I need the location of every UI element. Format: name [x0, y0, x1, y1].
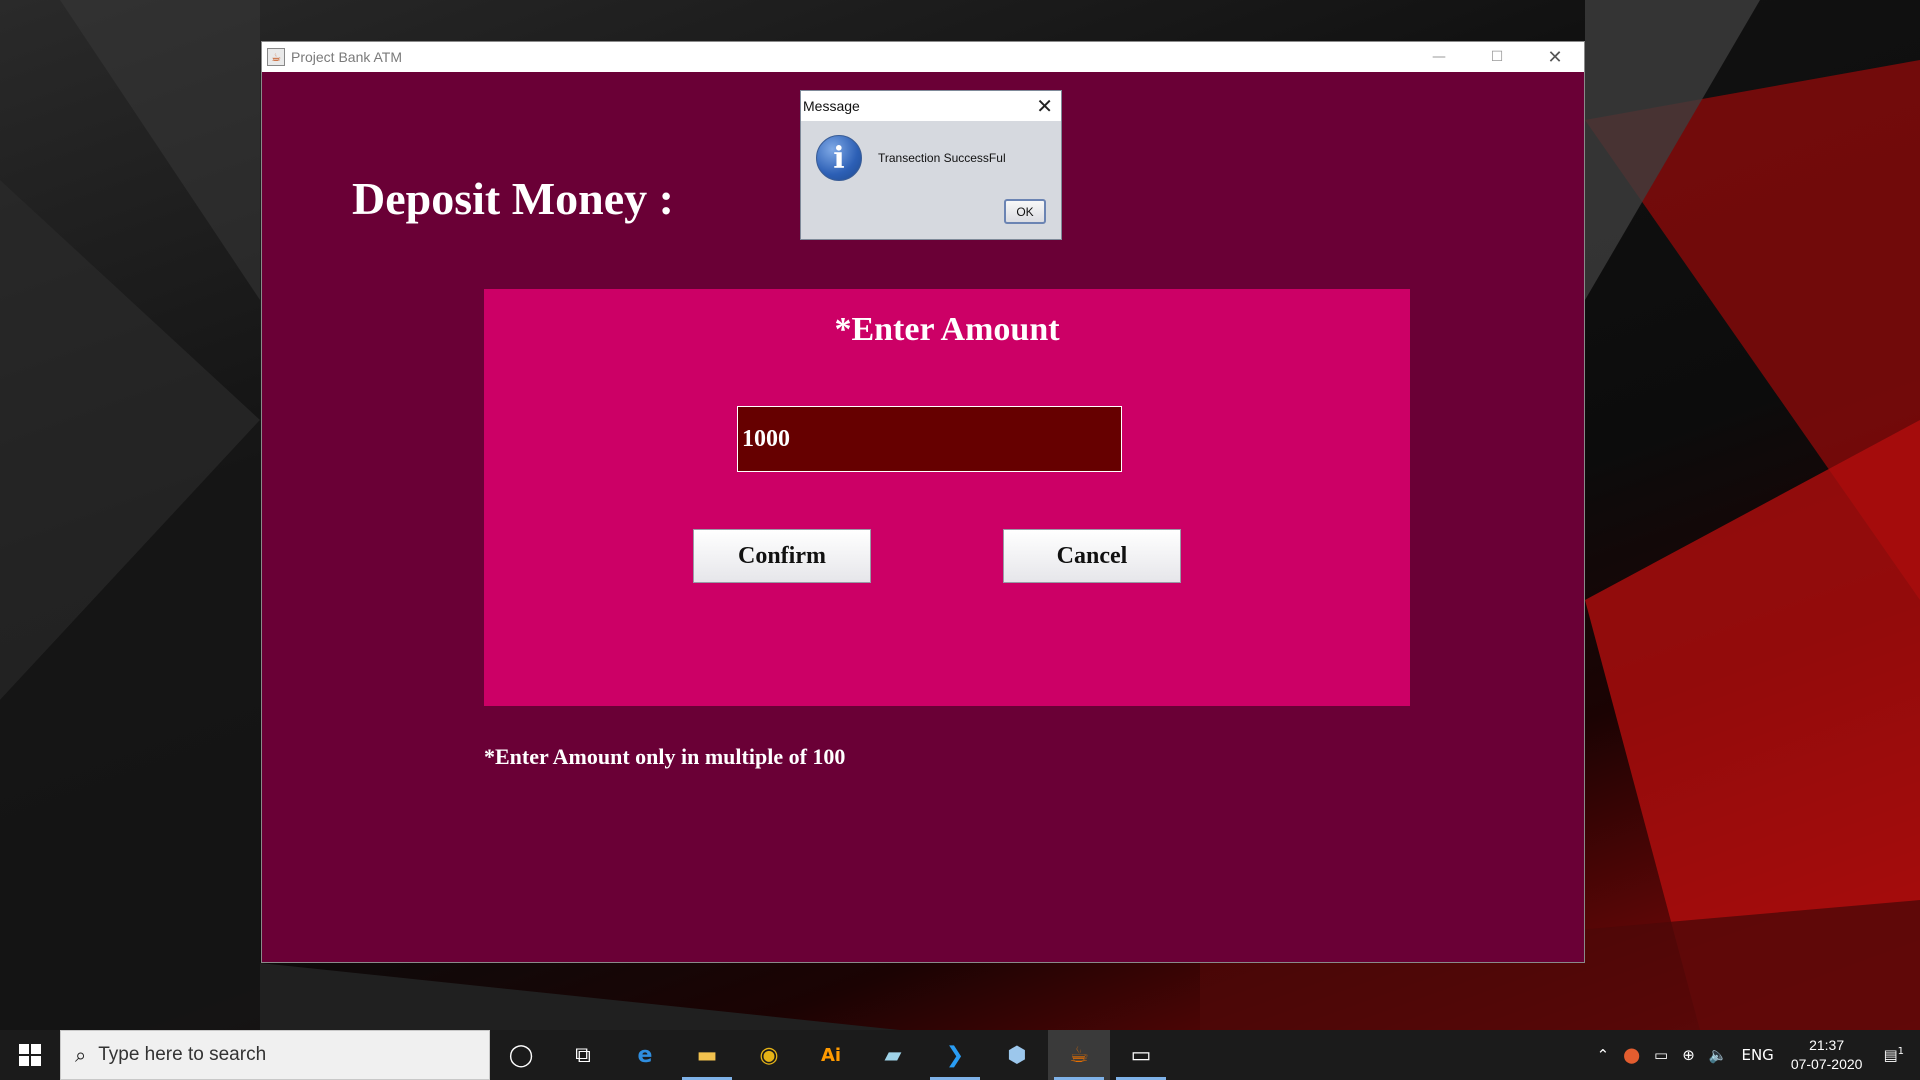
- clock[interactable]: 21:37 07-07-2020: [1791, 1036, 1863, 1074]
- search-placeholder: Type here to search: [98, 1044, 267, 1065]
- close-button[interactable]: ✕: [1526, 42, 1584, 72]
- dialog-message: Transection SuccessFul: [878, 151, 1006, 165]
- dialog-titlebar[interactable]: Message ✕: [801, 91, 1061, 121]
- dialog-title: Message: [803, 98, 860, 114]
- vscode-icon[interactable]: ❯: [924, 1030, 986, 1080]
- notification-icon[interactable]: ▤1: [1883, 1046, 1904, 1064]
- file-explorer-icon[interactable]: ▬: [676, 1030, 738, 1080]
- window-controls: — ☐ ✕: [1410, 42, 1584, 72]
- cancel-button[interactable]: Cancel: [1003, 529, 1181, 583]
- hint-text: *Enter Amount only in multiple of 100: [484, 744, 846, 769]
- virtualbox-icon[interactable]: ⬢: [986, 1030, 1048, 1080]
- notepad-icon[interactable]: ▰: [862, 1030, 924, 1080]
- chrome-icon[interactable]: ◉: [738, 1030, 800, 1080]
- amount-input[interactable]: [737, 406, 1122, 472]
- page-title: Deposit Money :: [352, 173, 674, 224]
- windows-logo-icon: [19, 1044, 41, 1066]
- confirm-button[interactable]: Confirm: [693, 529, 871, 583]
- maximize-button[interactable]: ☐: [1468, 42, 1526, 72]
- illustrator-icon[interactable]: Ai: [800, 1030, 862, 1080]
- minimize-button[interactable]: —: [1410, 42, 1468, 72]
- show-hidden-icons-icon[interactable]: ⌃: [1597, 1046, 1610, 1064]
- deposit-panel: *Enter Amount Confirm Cancel: [484, 289, 1410, 706]
- panel-title: *Enter Amount: [834, 311, 1060, 348]
- ok-button[interactable]: OK: [1004, 199, 1046, 224]
- volume-icon[interactable]: 🔈: [1709, 1046, 1728, 1064]
- start-button[interactable]: [0, 1030, 60, 1080]
- taskbar-search[interactable]: ⌕ Type here to search: [60, 1030, 490, 1080]
- antivirus-icon[interactable]: ⬤: [1623, 1046, 1640, 1064]
- clock-date: 07-07-2020: [1790, 1056, 1863, 1072]
- java-app-icon: ☕: [267, 48, 285, 66]
- info-icon: i: [816, 135, 862, 181]
- edge-icon[interactable]: e: [614, 1030, 676, 1080]
- dialog-close-icon[interactable]: ✕: [1036, 94, 1053, 118]
- task-view-icon[interactable]: ⧉: [552, 1030, 614, 1080]
- search-icon: ⌕: [75, 1043, 87, 1067]
- cortana-icon[interactable]: ◯: [490, 1030, 552, 1080]
- taskbar: ⌕ Type here to search ◯ ⧉ e ▬ ◉ Ai ▰ ❯ ⬢…: [0, 1030, 1920, 1080]
- java-icon[interactable]: ☕: [1048, 1030, 1110, 1080]
- language-indicator[interactable]: ENG: [1741, 1046, 1773, 1064]
- terminal-icon[interactable]: ▭: [1110, 1030, 1172, 1080]
- battery-icon[interactable]: ▭: [1654, 1046, 1668, 1064]
- network-icon[interactable]: ⊕: [1682, 1046, 1695, 1064]
- window-title: Project Bank ATM: [291, 49, 403, 65]
- notification-count: 1: [1897, 1046, 1904, 1057]
- message-dialog: Message ✕ i Transection SuccessFul OK: [800, 90, 1062, 240]
- clock-time: 21:37: [1809, 1037, 1845, 1053]
- window-titlebar[interactable]: ☕ Project Bank ATM — ☐ ✕: [262, 42, 1584, 72]
- system-tray: ⌃ ⬤ ▭ ⊕ 🔈 ENG 21:37 07-07-2020 ▤1: [1590, 1030, 1920, 1080]
